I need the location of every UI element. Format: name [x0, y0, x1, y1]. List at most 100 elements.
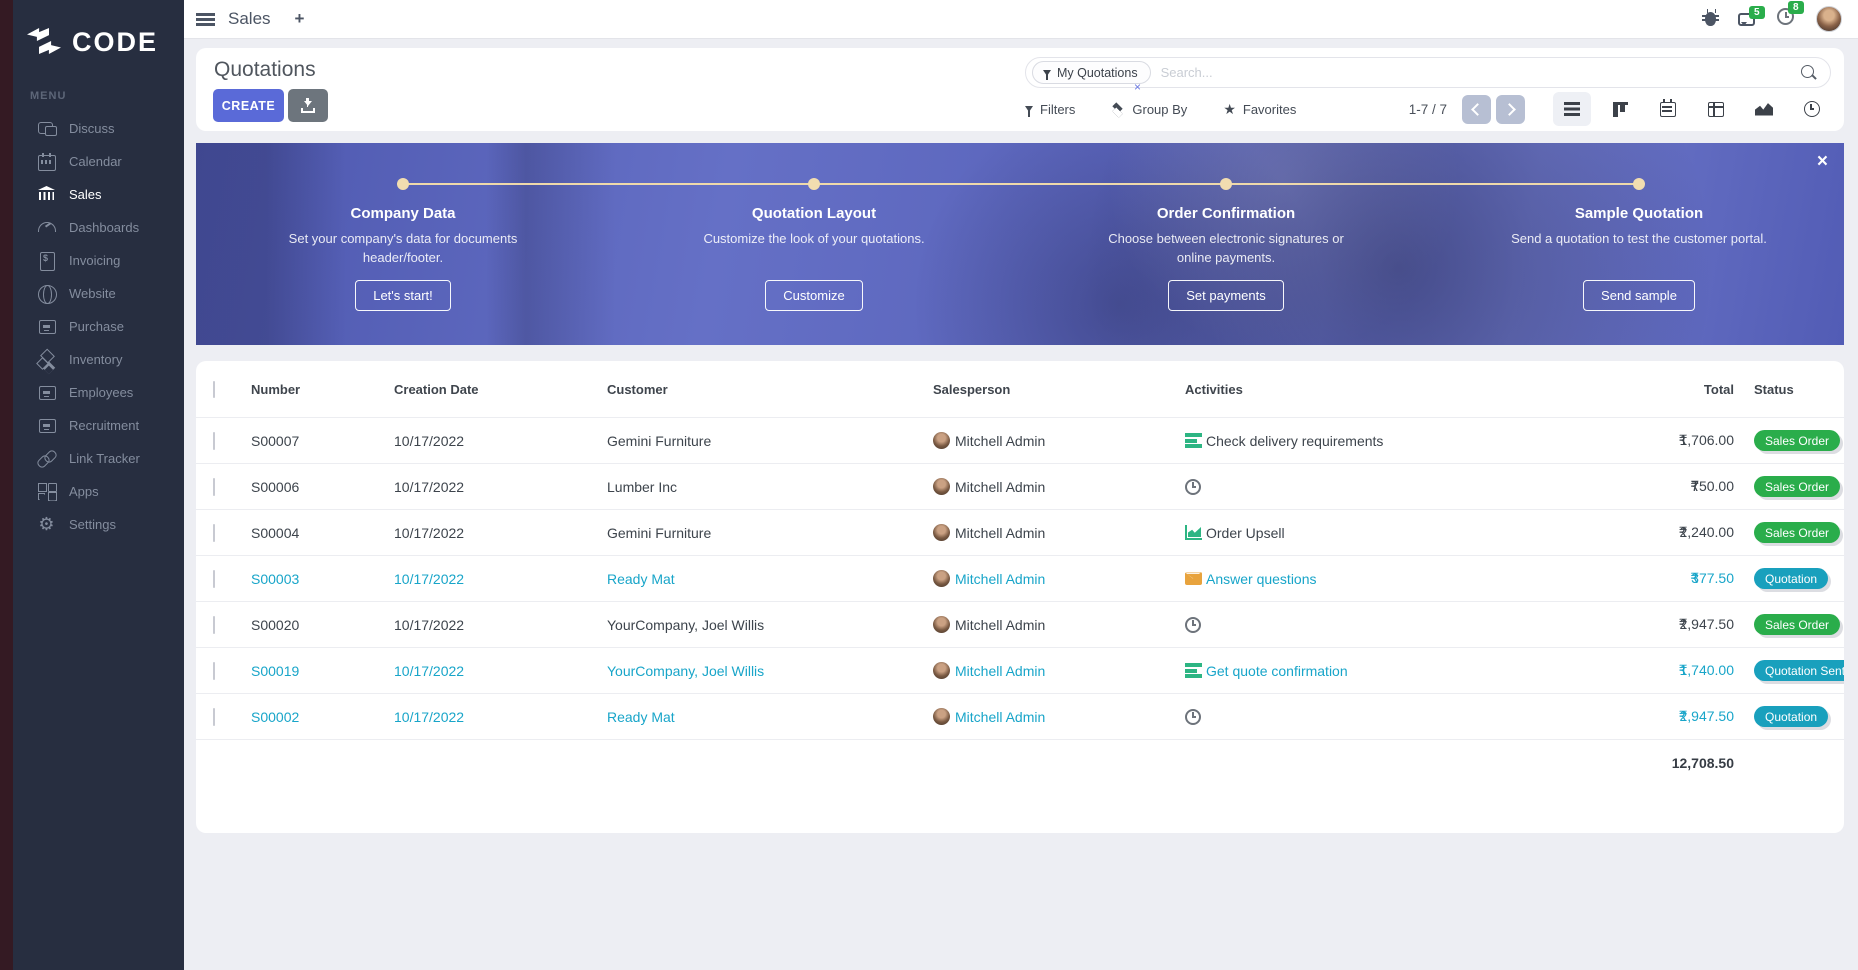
table-row[interactable]: S00007 10/17/2022 Gemini Furniture Mitch…	[196, 417, 1844, 463]
column-header-number[interactable]: Number	[236, 382, 394, 397]
column-header-status[interactable]: Status	[1734, 382, 1844, 397]
graph-view-button[interactable]	[1745, 92, 1783, 126]
facet-remove-icon[interactable]: ×	[1134, 80, 1141, 94]
create-button[interactable]: CREATE	[213, 89, 284, 122]
table-row[interactable]: S00004 10/17/2022 Gemini Furniture Mitch…	[196, 509, 1844, 555]
timeline-dot	[808, 178, 820, 190]
logo-icon	[27, 27, 63, 57]
cell-number: S00006	[236, 479, 394, 495]
row-checkbox[interactable]	[213, 708, 215, 726]
kanban-view-button[interactable]	[1601, 92, 1639, 126]
currency-symbol: ₹	[1679, 616, 1688, 633]
sidebar-item-employees[interactable]: Employees	[13, 376, 184, 409]
sidebar-item-discuss[interactable]: Discuss	[13, 112, 184, 145]
sidebar-item-label: Invoicing	[69, 253, 120, 268]
timeline-dot	[1633, 178, 1645, 190]
current-app-name[interactable]: Sales	[228, 9, 271, 29]
currency-symbol: ₹	[1679, 662, 1688, 679]
table-row[interactable]: S00002 10/17/2022 Ready Mat Mitchell Adm…	[196, 693, 1844, 739]
list-view-button[interactable]	[1553, 92, 1591, 126]
messages-icon[interactable]: 5	[1738, 13, 1755, 26]
status-badge: Sales Order	[1754, 476, 1840, 497]
cell-creation-date: 10/17/2022	[394, 433, 607, 449]
table-row[interactable]: S00003 10/17/2022 Ready Mat Mitchell Adm…	[196, 555, 1844, 601]
search-input[interactable]: Search...	[1161, 65, 1800, 80]
export-button[interactable]	[288, 89, 328, 122]
close-icon[interactable]: ×	[1817, 151, 1828, 173]
pager: 1-7 / 7	[1409, 95, 1525, 124]
activity-icon[interactable]	[1185, 617, 1201, 633]
calendar-view-button[interactable]	[1649, 92, 1687, 126]
activity-icon[interactable]	[1185, 525, 1202, 540]
pager-previous-button[interactable]	[1462, 95, 1491, 124]
send-sample-button[interactable]: Send sample	[1583, 280, 1695, 311]
sidebar-item-website[interactable]: Website	[13, 277, 184, 310]
status-badge: Quotation	[1754, 706, 1828, 727]
group-by-button[interactable]: Group By	[1111, 102, 1187, 117]
activity-icon[interactable]	[1185, 663, 1202, 678]
column-header-creation-date[interactable]: Creation Date	[394, 382, 607, 397]
sidebar-item-link-tracker[interactable]: Link Tracker	[13, 442, 184, 475]
cell-salesperson: Mitchell Admin	[955, 525, 1045, 541]
table-row[interactable]: S00019 10/17/2022 YourCompany, Joel Will…	[196, 647, 1844, 693]
cell-customer: Ready Mat	[607, 709, 933, 725]
quotations-table: Number Creation Date Customer Salesperso…	[196, 361, 1844, 833]
cell-customer: YourCompany, Joel Willis	[607, 663, 933, 679]
row-checkbox[interactable]	[213, 616, 215, 634]
sidebar-item-dashboards[interactable]: Dashboards	[13, 211, 184, 244]
table-row[interactable]: S00020 10/17/2022 YourCompany, Joel Will…	[196, 601, 1844, 647]
sidebar-item-recruitment[interactable]: Recruitment	[13, 409, 184, 442]
search-icon[interactable]	[1800, 64, 1818, 82]
sidebar-item-label: Website	[69, 286, 116, 301]
activities-icon[interactable]: 8	[1777, 8, 1794, 30]
onboarding-step-order-confirmation: Order Confirmation Choose between electr…	[1091, 205, 1361, 311]
sidebar-item-inventory[interactable]: Inventory	[13, 343, 184, 376]
new-tab-button[interactable]: +	[295, 9, 305, 29]
row-checkbox[interactable]	[213, 478, 215, 496]
sidebar-item-invoicing[interactable]: Invoicing	[13, 244, 184, 277]
column-header-total[interactable]: Total	[1601, 382, 1734, 397]
column-header-salesperson[interactable]: Salesperson	[933, 382, 1185, 397]
sidebar-item-sales[interactable]: Sales	[13, 178, 184, 211]
column-header-customer[interactable]: Customer	[607, 382, 933, 397]
favorites-label: Favorites	[1243, 102, 1296, 117]
salesperson-avatar	[933, 432, 950, 449]
sidebar-item-purchase[interactable]: Purchase	[13, 310, 184, 343]
row-checkbox[interactable]	[213, 524, 215, 542]
sidebar-item-calendar[interactable]: Calendar	[13, 145, 184, 178]
sidebar-item-label: Discuss	[69, 121, 115, 136]
column-header-activities[interactable]: Activities	[1185, 382, 1601, 397]
row-checkbox[interactable]	[213, 662, 215, 680]
salesperson-avatar	[933, 662, 950, 679]
table-total-sum: 12,708.50	[1601, 755, 1734, 771]
activity-view-button[interactable]	[1793, 92, 1831, 126]
lets-start-button[interactable]: Let's start!	[355, 280, 451, 311]
activity-icon[interactable]	[1185, 433, 1202, 448]
app-logo[interactable]: CODE	[13, 0, 184, 64]
hamburger-menu-icon[interactable]	[196, 13, 215, 26]
debug-bug-icon[interactable]	[1705, 12, 1716, 26]
activity-icon[interactable]	[1185, 572, 1202, 585]
filters-button[interactable]: Filters	[1025, 102, 1075, 117]
customize-button[interactable]: Customize	[765, 280, 862, 311]
search-bar[interactable]: My Quotations × Search...	[1025, 57, 1831, 88]
onboarding-step-company-data: Company Data Set your company's data for…	[268, 205, 538, 311]
activity-icon[interactable]	[1185, 709, 1201, 725]
sidebar-item-settings[interactable]: Settings	[13, 508, 184, 541]
row-checkbox[interactable]	[213, 432, 215, 450]
set-payments-button[interactable]: Set payments	[1168, 280, 1284, 311]
pager-next-button[interactable]	[1496, 95, 1525, 124]
pivot-view-button[interactable]	[1697, 92, 1735, 126]
sidebar-item-apps[interactable]: Apps	[13, 475, 184, 508]
favorites-button[interactable]: ★ Favorites	[1223, 101, 1296, 118]
table-row[interactable]: S00006 10/17/2022 Lumber Inc Mitchell Ad…	[196, 463, 1844, 509]
select-all-checkbox[interactable]	[213, 381, 215, 398]
timeline-line	[403, 183, 1639, 185]
cell-number: S00020	[236, 617, 394, 633]
row-checkbox[interactable]	[213, 570, 215, 588]
activity-icon[interactable]	[1185, 479, 1201, 495]
page-title: Quotations	[214, 58, 316, 82]
search-facet-my-quotations[interactable]: My Quotations	[1032, 61, 1151, 84]
user-avatar[interactable]	[1816, 6, 1842, 32]
calendar-view-icon	[1660, 102, 1676, 117]
